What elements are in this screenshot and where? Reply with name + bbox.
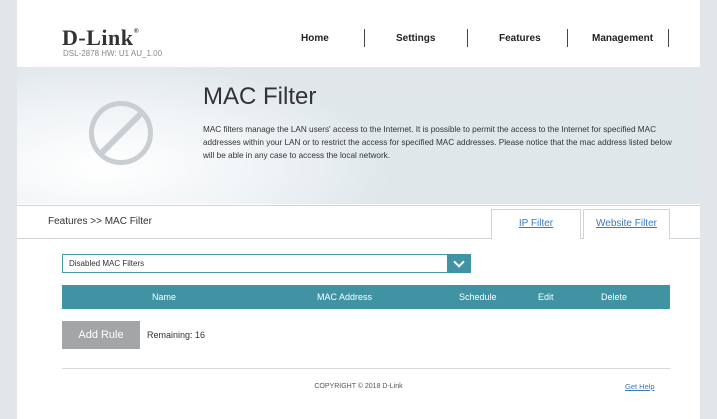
column-mac-address: MAC Address [317,292,373,302]
header: D-Link® DSL-2878 HW: U1 AU_1.00 Home Set… [17,0,700,67]
page-banner: MAC Filter MAC filters manage the LAN us… [17,67,700,204]
logo-trademark: ® [133,27,140,35]
select-value: Disabled MAC Filters [69,259,145,268]
page-frame: D-Link® DSL-2878 HW: U1 AU_1.00 Home Set… [17,0,700,419]
nav-features[interactable]: Features [499,33,541,44]
page-description: MAC filters manage the LAN users' access… [203,125,672,160]
breadcrumb-bar: Features >> MAC Filter IP Filter Website… [17,205,700,239]
nav-divider [467,29,468,47]
nav-management[interactable]: Management [592,33,653,44]
rules-table-header: Name MAC Address Schedule Edit Delete [62,285,670,309]
breadcrumb: Features >> MAC Filter [48,216,152,227]
remaining-count: Remaining: 16 [147,330,206,340]
footer-divider [62,368,670,369]
get-help-link[interactable]: Get Help [625,382,655,391]
nav-divider [567,29,568,47]
add-rule-button[interactable]: Add Rule [62,321,140,349]
nav-home[interactable]: Home [301,33,329,44]
page-title: MAC Filter [203,83,317,110]
copyright: COPYRIGHT © 2018 D-Link [314,383,403,390]
tab-ip-filter[interactable]: IP Filter [491,209,581,239]
prohibited-icon [89,101,153,165]
column-schedule: Schedule [459,292,497,302]
nav-divider [668,29,669,47]
tab-website-filter[interactable]: Website Filter [583,209,670,239]
column-name: Name [152,292,177,302]
column-edit: Edit [538,292,554,302]
logo-text: D-Link [62,25,134,50]
model-info: DSL-2878 HW: U1 AU_1.00 [63,49,163,58]
dlink-logo[interactable]: D-Link® [62,25,139,51]
mac-filter-mode-select[interactable]: Disabled MAC Filters [62,254,470,273]
nav-settings[interactable]: Settings [396,33,435,44]
column-delete: Delete [601,292,628,302]
nav-divider [364,29,365,47]
chevron-down-icon[interactable] [447,254,471,273]
